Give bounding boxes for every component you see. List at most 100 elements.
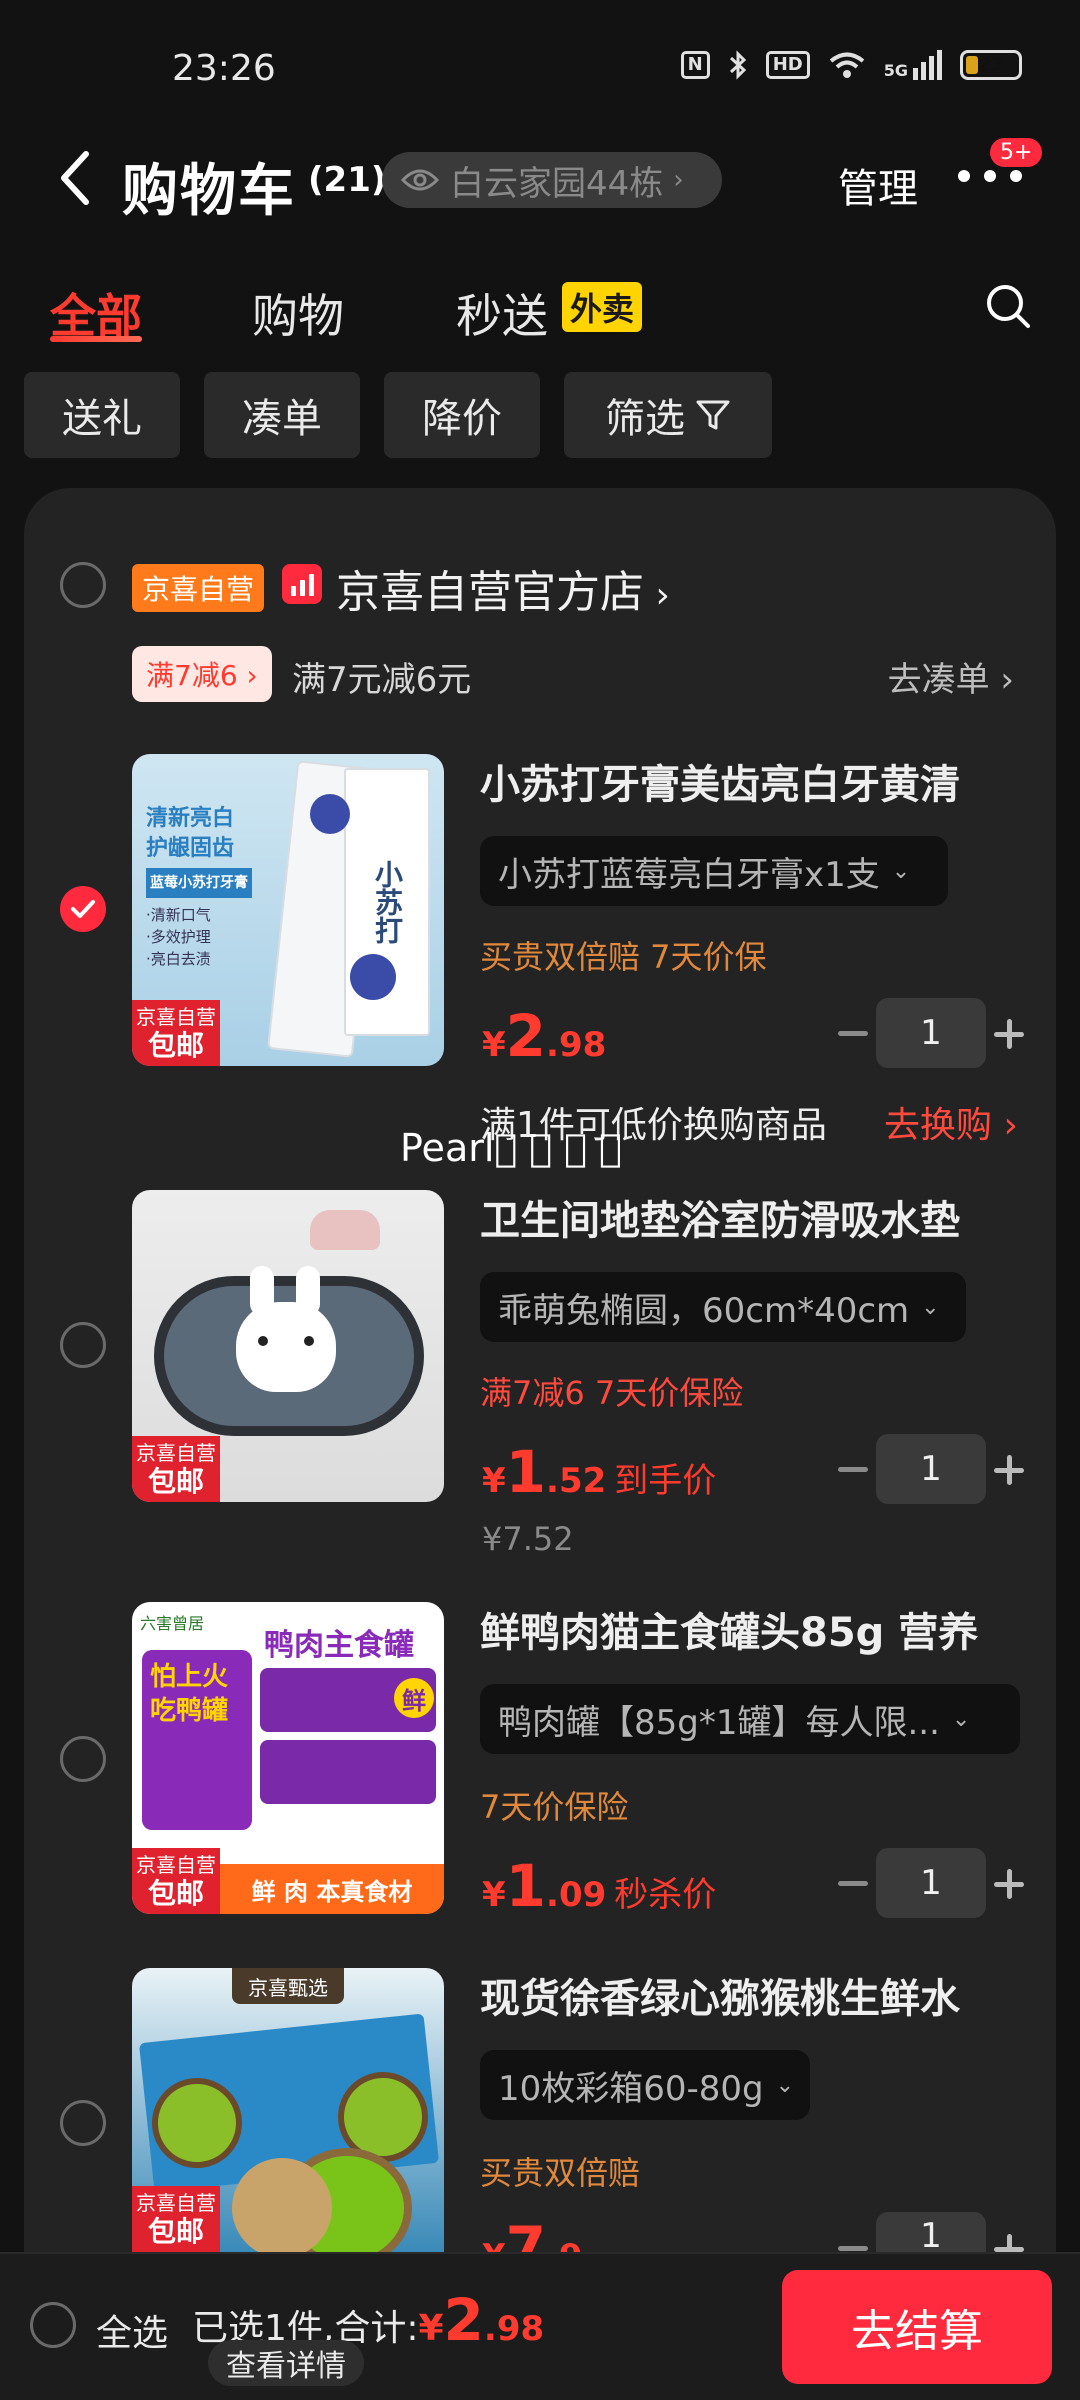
image-fresh: 鲜 — [394, 1678, 434, 1718]
product-checkbox[interactable] — [60, 1322, 106, 1368]
image-badge-top: 京喜自营 — [136, 1005, 216, 1029]
increase-button[interactable] — [994, 1019, 1024, 1049]
address-text: 白云家园44栋 — [450, 163, 664, 204]
tab-shopping[interactable]: 购物 — [252, 280, 344, 346]
back-button[interactable] — [56, 148, 96, 208]
signal-icon: 5G — [884, 50, 942, 80]
store-checkbox[interactable] — [60, 562, 106, 608]
chevron-down-icon: ⌄ — [891, 858, 911, 884]
image-badge-bottom: 包邮 — [147, 1465, 204, 1498]
filter-button[interactable]: 筛选 — [564, 372, 772, 458]
original-price: ¥7.52 — [482, 1520, 574, 1558]
wifi-icon — [828, 50, 866, 80]
manage-button[interactable]: 管理 — [838, 156, 918, 214]
service-tags: 7天价保险 — [480, 1788, 629, 1826]
image-badge-bottom: 包邮 — [147, 2215, 204, 2248]
select-all-label[interactable]: 全选 — [96, 2304, 168, 2356]
promo-text: 满7元减6元 — [292, 660, 472, 700]
image-footer: 鲜 肉 本真食材 — [220, 1864, 444, 1914]
price-dec: .9 — [546, 2237, 583, 2252]
nfc-icon: N — [680, 51, 710, 79]
spec-selector[interactable]: 鸭肉罐【85g*1罐】每人限... ⌄ — [480, 1684, 1020, 1754]
increase-button[interactable] — [994, 1455, 1024, 1485]
filter-gift[interactable]: 送礼 — [24, 372, 180, 458]
spec-selector[interactable]: 小苏打蓝莓亮白牙膏x1支 ⌄ — [480, 836, 948, 906]
product-name[interactable]: 现货徐香绿心猕猴桃生鲜水 — [480, 1966, 1020, 2024]
price-int: 1 — [505, 1852, 547, 1920]
product-checkbox[interactable] — [60, 1736, 106, 1782]
store-name[interactable]: 京喜自营官方店 › — [336, 556, 670, 620]
product-checkbox[interactable] — [60, 2100, 106, 2146]
product-name[interactable]: 小苏打牙膏美齿亮白牙黄清 — [480, 752, 1020, 810]
decrease-button[interactable] — [838, 1467, 868, 1472]
image-sub: 蓝莓小苏打牙膏 — [146, 868, 252, 898]
bluetooth-icon — [728, 50, 748, 80]
image-badge-top: 京喜自营 — [136, 2191, 216, 2215]
product-name[interactable]: 卫生间地垫浴室防滑吸水垫 — [480, 1188, 1020, 1246]
filter-price-drop[interactable]: 降价 — [384, 372, 540, 458]
product-image[interactable]: 京喜甄选 京喜自营 包邮 — [132, 1968, 444, 2252]
search-icon[interactable] — [984, 282, 1032, 330]
takeout-tag: 外卖 — [562, 282, 643, 332]
quantity-input[interactable]: 1 — [876, 1848, 986, 1918]
filter-label: 筛选 — [605, 396, 685, 442]
product-image[interactable]: 清新亮白 护龈固齿 蓝莓小苏打牙膏 ·清新口气 ·多效护理 ·亮白去渍 小苏打 … — [132, 754, 444, 1066]
image-badge: 京喜自营 包邮 — [132, 1848, 220, 1914]
chevron-down-icon: ⌄ — [775, 2072, 795, 2098]
promo-tag[interactable]: 满7减6 › — [132, 646, 272, 702]
price-int: 7 — [505, 2214, 547, 2252]
spec-text: 鸭肉罐【85g*1罐】每人限... — [498, 1702, 940, 1743]
increase-button[interactable] — [994, 2234, 1024, 2252]
promo-tag-text: 满7减6 — [146, 659, 238, 692]
price-int: 2 — [505, 1002, 547, 1070]
chevron-right-icon: › — [673, 165, 684, 195]
eye-icon — [400, 169, 440, 191]
store-logo-icon — [282, 564, 322, 604]
image-badge-top: 京喜自营 — [136, 1853, 216, 1877]
chevron-right-icon: › — [644, 575, 670, 616]
checkout-button[interactable]: 去结算 — [782, 2270, 1052, 2384]
filter-price-drop-label: 降价 — [422, 396, 502, 442]
image-line: 护龈固齿 — [146, 836, 235, 861]
price-dec: .09 — [546, 1875, 607, 1915]
select-all-checkbox[interactable] — [30, 2302, 76, 2348]
address-selector[interactable]: 白云家园44栋 › — [382, 152, 722, 208]
spec-selector[interactable]: 乖萌兔椭圆，60cm*40cm ⌄ — [480, 1272, 966, 1342]
price-dec: .52 — [546, 1461, 607, 1501]
swap-link[interactable]: 去换购 › — [884, 1096, 1018, 1148]
store-tag: 京喜自营 — [132, 564, 265, 612]
view-details-button[interactable]: 查看详情 — [208, 2340, 364, 2386]
decrease-button[interactable] — [838, 1881, 868, 1886]
decrease-button[interactable] — [838, 2246, 868, 2251]
goto-coudan-link[interactable]: 去凑单 › — [888, 652, 1014, 701]
price-int: 1 — [505, 1438, 547, 1506]
filter-coudan-label: 凑单 — [242, 396, 322, 442]
network-type: 5G — [883, 61, 908, 80]
product-name[interactable]: 鲜鸭肉猫主食罐头85g 营养 — [480, 1600, 1020, 1658]
image-bullet: ·多效护理 — [146, 928, 211, 946]
tab-express[interactable]: 秒送 — [456, 280, 548, 346]
image-headline: 鸭肉主食罐 — [264, 1628, 414, 1663]
status-icons: N HD 5G 23 — [680, 50, 1022, 80]
store-name-text: 京喜自营官方店 — [336, 567, 644, 618]
image-badge: 京喜自营 包邮 — [132, 1436, 220, 1502]
price-dec: .98 — [546, 1025, 607, 1065]
quantity-input[interactable]: 1 — [876, 1434, 986, 1504]
status-time: 23:26 — [172, 48, 276, 89]
product-image[interactable]: 京喜自营 包邮 — [132, 1190, 444, 1502]
decrease-button[interactable] — [838, 1031, 868, 1036]
quantity-input[interactable]: 1 — [876, 998, 986, 1068]
quantity-input[interactable]: 1 — [876, 2212, 986, 2256]
filter-coudan[interactable]: 凑单 — [204, 372, 360, 458]
total-int: 2 — [443, 2286, 484, 2354]
filter-gift-label: 送礼 — [62, 396, 142, 442]
increase-button[interactable] — [994, 1869, 1024, 1899]
check-icon — [71, 900, 95, 918]
spec-text: 小苏打蓝莓亮白牙膏x1支 — [498, 854, 880, 895]
product-price: ¥1.09 秒杀价 — [482, 1852, 717, 1920]
product-checkbox[interactable] — [60, 886, 106, 932]
product-image[interactable]: 六害曾居 鸭肉主食罐 怕上火吃鸭罐 鲜 鲜 肉 本真食材 京喜自营 包邮 — [132, 1602, 444, 1914]
product-price: ¥2.98 — [482, 1002, 607, 1070]
spec-selector[interactable]: 10枚彩箱60-80g ⌄ — [480, 2050, 810, 2120]
more-icon[interactable] — [958, 170, 1022, 182]
